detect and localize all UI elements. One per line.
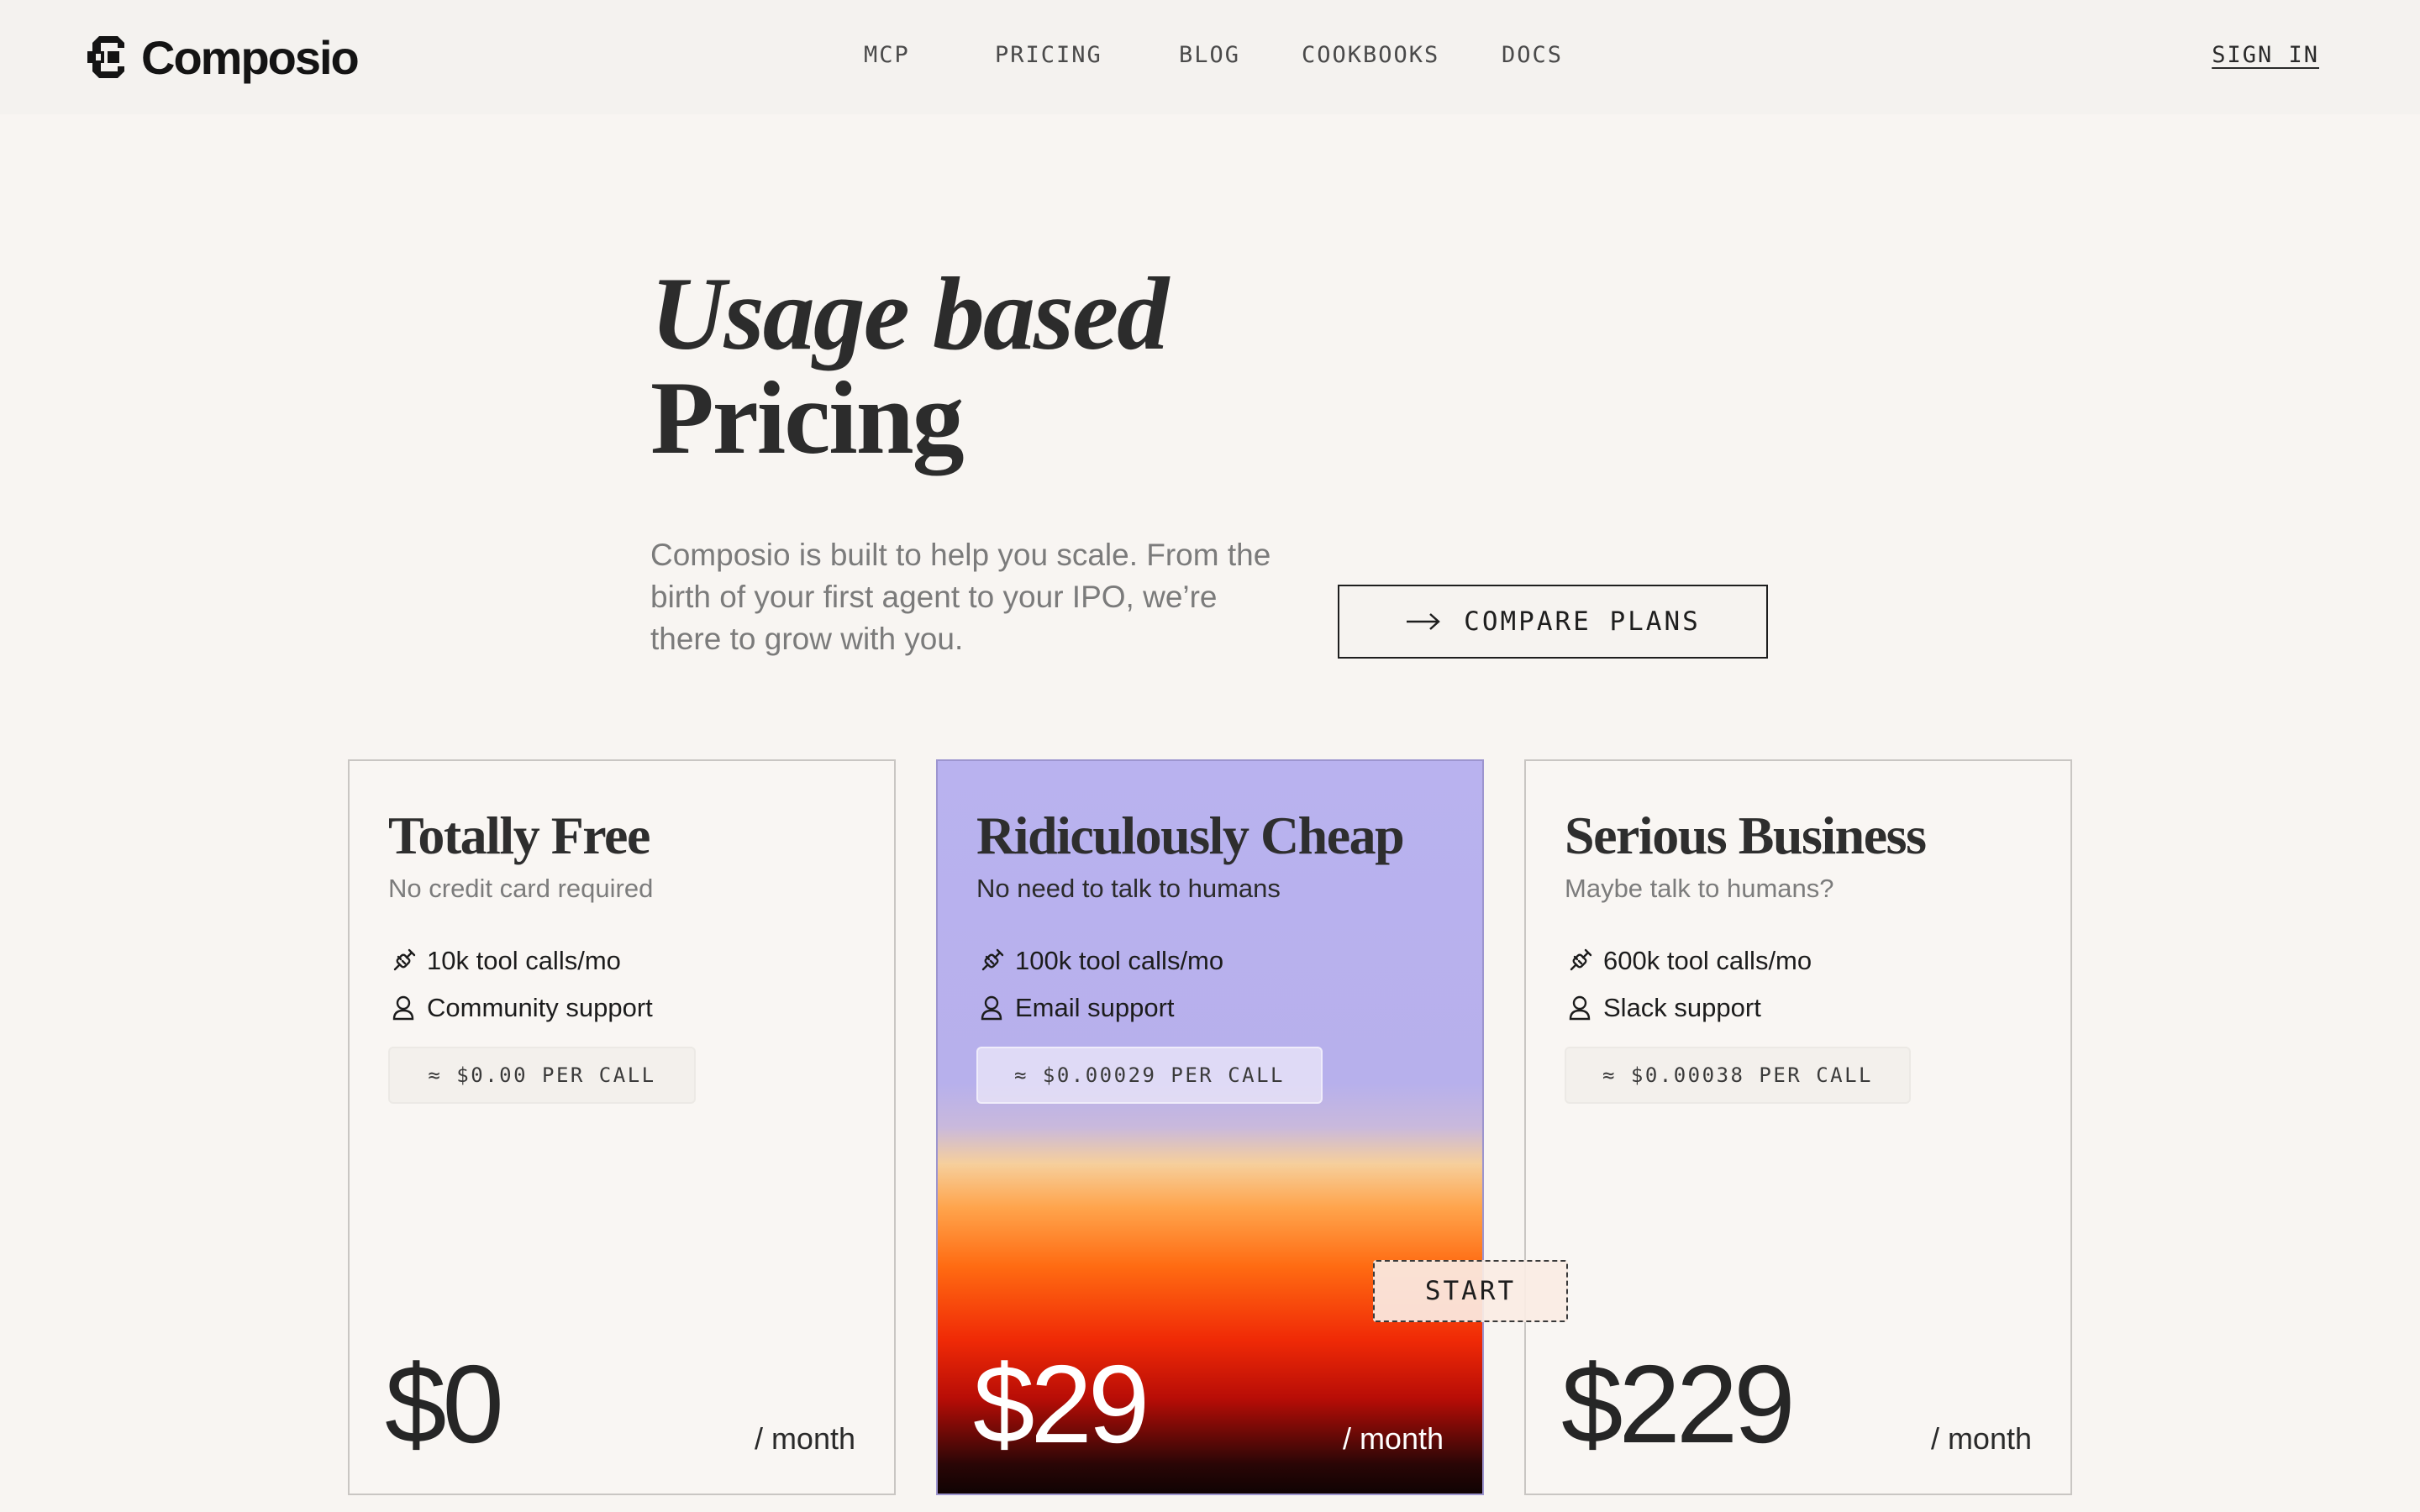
plan-feature-tool-calls: 10k tool calls/mo [388, 946, 621, 976]
plan-subtitle: Maybe talk to humans? [1565, 874, 1834, 903]
plan-feature-tool-calls: 100k tool calls/mo [976, 946, 1223, 976]
per-call-badge: ≈ $0.00029 PER CALL [976, 1047, 1323, 1104]
nav-link-cookbooks[interactable]: COOKBOOKS [1302, 42, 1439, 68]
plan-subtitle: No need to talk to humans [976, 874, 1281, 903]
nav-link-pricing[interactable]: PRICING [995, 42, 1102, 68]
plan-price: $29 [973, 1342, 1150, 1466]
page-title-line-1: Usage based [650, 256, 1169, 371]
plan-price: $229 [1561, 1342, 1796, 1466]
nav-link-docs[interactable]: DOCS [1502, 42, 1563, 68]
user-icon [981, 995, 1002, 1021]
plan-period: / month [1342, 1421, 1444, 1456]
nav-link-blog[interactable]: BLOG [1179, 42, 1240, 68]
user-icon [1569, 995, 1591, 1021]
plan-feature-tool-calls: 600k tool calls/mo [1565, 946, 1812, 976]
plan-feature-label: 600k tool calls/mo [1603, 946, 1812, 975]
sign-in-link[interactable]: SIGN IN [2212, 42, 2319, 68]
plan-feature-label: 10k tool calls/mo [427, 946, 621, 975]
plan-card-cheap[interactable]: Ridiculously Cheap No need to talk to hu… [936, 759, 1484, 1495]
plan-subtitle: No credit card required [388, 874, 654, 903]
compare-plans-label: COMPARE PLANS [1464, 606, 1701, 637]
plan-feature-support: Community support [388, 993, 653, 1023]
plan-feature-label: Community support [427, 993, 653, 1022]
hero-description: Composio is built to help you scale. Fro… [650, 538, 1271, 656]
plug-icon [1570, 948, 1592, 971]
per-call-badge: ≈ $0.00038 PER CALL [1565, 1047, 1911, 1104]
plan-feature-label: 100k tool calls/mo [1015, 946, 1224, 975]
plug-icon [393, 948, 416, 971]
compare-plans-button[interactable]: COMPARE PLANS [1338, 585, 1768, 659]
plan-period: / month [754, 1421, 855, 1456]
plan-title: Totally Free [388, 806, 650, 865]
plan-feature-support: Email support [976, 993, 1175, 1023]
arrow-right-icon [1407, 613, 1441, 630]
plug-icon [981, 948, 1004, 971]
plan-feature-label: Email support [1015, 993, 1175, 1022]
nav-links: MCP PRICING BLOG COOKBOOKS DOCS [0, 42, 2420, 76]
page-title: Usage based Pricing [650, 256, 1169, 475]
nav-link-mcp[interactable]: MCP [864, 42, 910, 68]
user-icon [392, 995, 414, 1021]
plan-feature-support: Slack support [1565, 993, 1761, 1023]
plan-title: Ridiculously Cheap [976, 806, 1405, 865]
plan-price: $0 [385, 1342, 504, 1466]
top-navigation: Composio MCP PRICING BLOG COOKBOOKS DOCS… [0, 0, 2420, 114]
page-title-line-2: Pricing [650, 360, 965, 475]
plan-card-free[interactable]: Totally Free No credit card required 10k… [348, 759, 896, 1495]
plan-period: / month [1930, 1421, 2032, 1456]
per-call-badge: ≈ $0.00 PER CALL [388, 1047, 696, 1104]
plan-title: Serious Business [1565, 806, 1927, 865]
start-button[interactable]: START [1373, 1260, 1568, 1322]
plan-feature-label: Slack support [1603, 993, 1761, 1022]
plan-card-business[interactable]: Serious Business Maybe talk to humans? 6… [1524, 759, 2072, 1495]
